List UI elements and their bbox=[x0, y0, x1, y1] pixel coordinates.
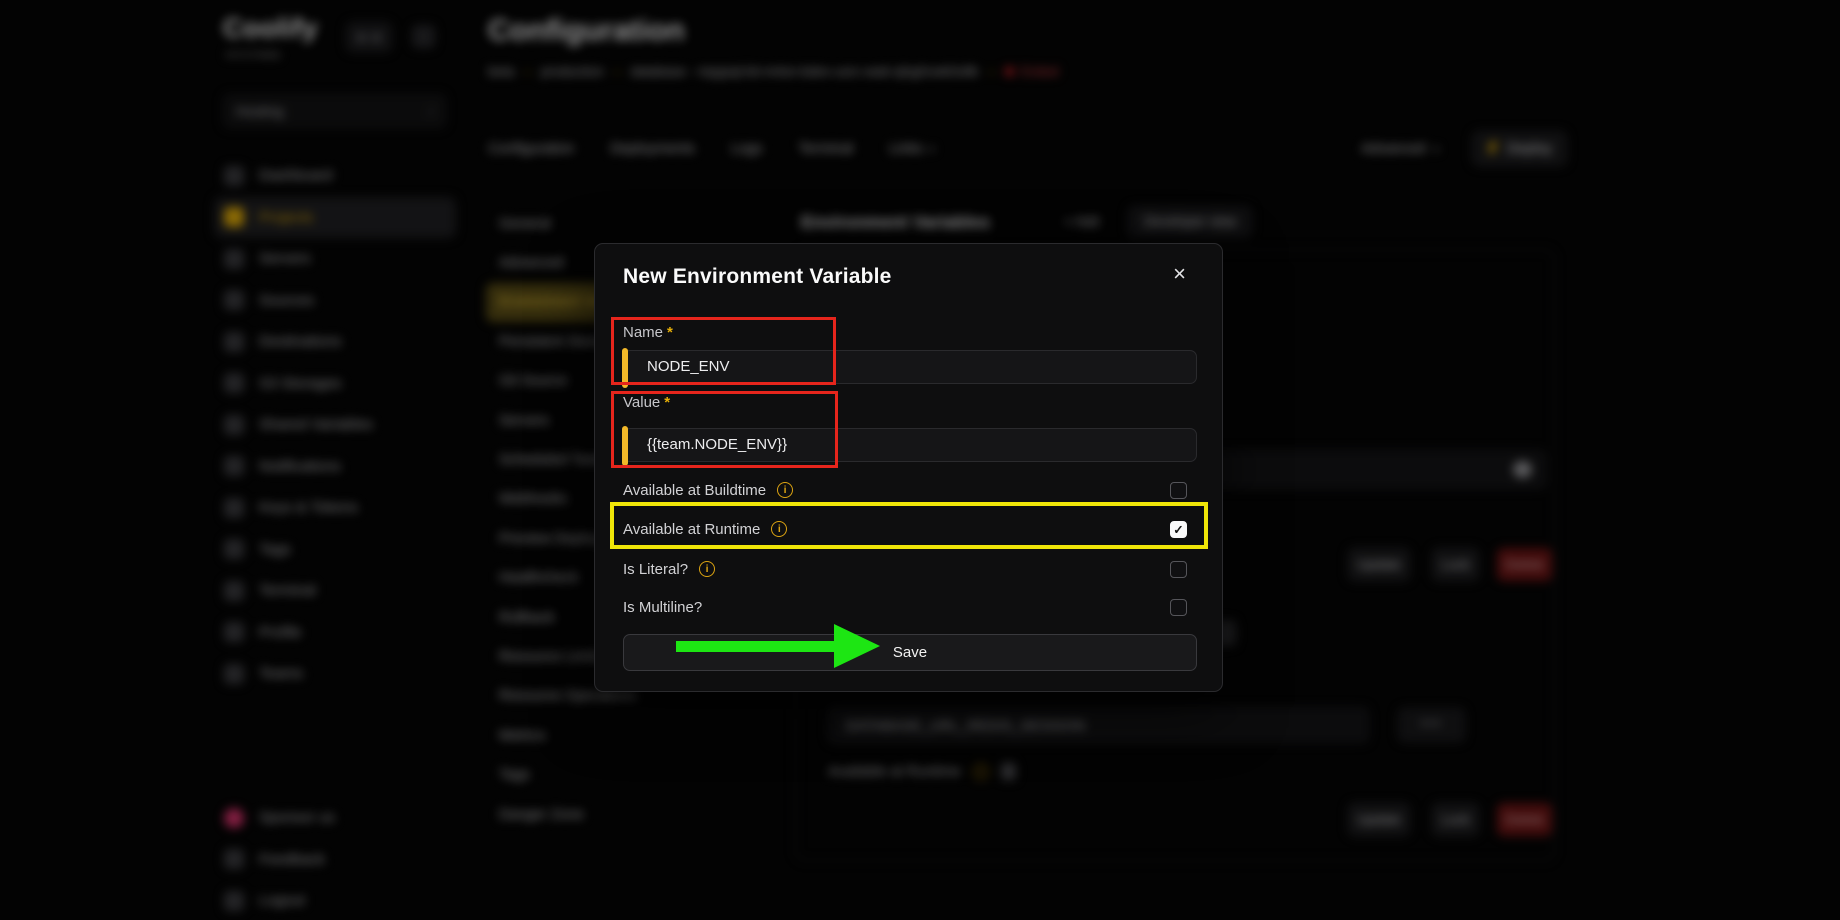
checkbox-label: Is Literal? bbox=[623, 561, 688, 578]
checkbox-label: Available at Buildtime bbox=[623, 482, 766, 499]
annotation-yellow-box-runtime bbox=[610, 502, 1208, 549]
close-icon[interactable]: × bbox=[1173, 263, 1186, 285]
checkbox-row-is-literal: Is Literal? i bbox=[623, 559, 1194, 579]
info-icon[interactable]: i bbox=[699, 561, 715, 577]
annotation-green-arrow-shaft bbox=[676, 641, 834, 652]
modal-title: New Environment Variable bbox=[623, 265, 892, 289]
app-window: Coolify v4.0.0-beta Hosting / DashboardP… bbox=[0, 0, 1840, 920]
checkbox-row-is-multiline: Is Multiline? bbox=[623, 597, 1194, 617]
checkbox-is-multiline[interactable] bbox=[1170, 599, 1187, 616]
checkbox-row-available-at-buildtime: Available at Buildtime i bbox=[623, 480, 1194, 500]
checkbox-is-literal[interactable] bbox=[1170, 561, 1187, 578]
save-button[interactable]: Save bbox=[623, 634, 1197, 671]
checkbox-label: Is Multiline? bbox=[623, 599, 702, 616]
annotation-red-box-value bbox=[611, 391, 838, 468]
checkbox-available-at-buildtime[interactable] bbox=[1170, 482, 1187, 499]
annotation-red-box-name bbox=[611, 317, 836, 385]
annotation-green-arrow-head bbox=[834, 624, 880, 668]
info-icon[interactable]: i bbox=[777, 482, 793, 498]
